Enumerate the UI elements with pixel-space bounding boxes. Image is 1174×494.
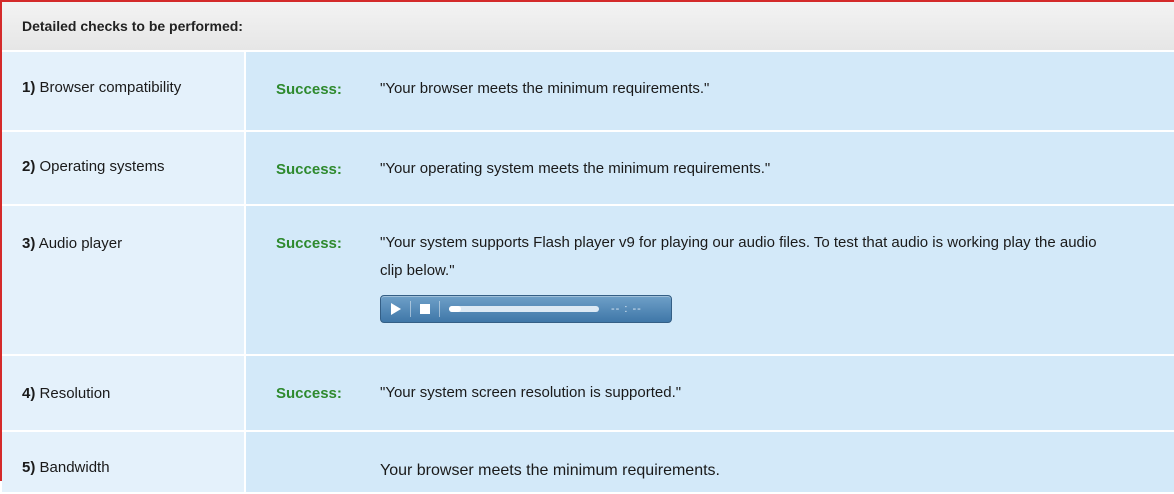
- stop-icon: [420, 304, 430, 314]
- play-icon: [391, 303, 401, 315]
- check-label: Bandwidth: [39, 459, 110, 476]
- check-message: Your browser meets the minimum requireme…: [380, 462, 720, 479]
- check-label-cell: 3) Audio player: [2, 206, 246, 354]
- check-label-cell: 5) Bandwidth: [2, 432, 246, 492]
- seek-progress: [449, 306, 461, 312]
- check-message: "Your system supports Flash player v9 fo…: [380, 234, 1097, 279]
- check-label-cell: 1) Browser compatibility: [2, 52, 246, 130]
- check-result-cell: Your browser meets the minimum requireme…: [246, 432, 1174, 492]
- status-success: Success:: [276, 235, 342, 252]
- check-row-browser: 1) Browser compatibility Success: "Your …: [2, 52, 1174, 132]
- check-label-cell: 4) Resolution: [2, 356, 246, 430]
- check-result-cell: Success: "Your browser meets the minimum…: [246, 52, 1174, 130]
- status-success: Success:: [276, 81, 342, 98]
- check-number: 2): [22, 158, 36, 175]
- check-message: "Your browser meets the minimum requirem…: [380, 80, 710, 97]
- checks-panel: Detailed checks to be performed: 1) Brow…: [0, 0, 1174, 494]
- check-label: Browser compatibility: [39, 79, 182, 96]
- status-success: Success:: [276, 161, 342, 178]
- seek-bar[interactable]: [449, 306, 599, 312]
- check-label: Resolution: [39, 385, 111, 402]
- check-row-os: 2) Operating systems Success: "Your oper…: [2, 132, 1174, 206]
- play-button[interactable]: [387, 300, 405, 318]
- check-number: 5): [22, 459, 36, 476]
- check-row-audio: 3) Audio player Success: "Your system su…: [2, 206, 1174, 356]
- check-message: "Your operating system meets the minimum…: [380, 160, 771, 177]
- check-number: 3): [22, 235, 36, 252]
- check-message: "Your system screen resolution is suppor…: [380, 384, 682, 401]
- check-label: Audio player: [38, 235, 123, 252]
- check-result-cell: Success: "Your operating system meets th…: [246, 132, 1174, 204]
- panel-title: Detailed checks to be performed:: [22, 18, 243, 34]
- check-label: Operating systems: [39, 158, 165, 175]
- check-label-cell: 2) Operating systems: [2, 132, 246, 204]
- audio-player: -- : --: [380, 295, 672, 323]
- time-display: -- : --: [611, 303, 642, 315]
- check-number: 1): [22, 79, 36, 96]
- check-result-cell: Success: "Your system screen resolution …: [246, 356, 1174, 430]
- panel-header: Detailed checks to be performed:: [2, 2, 1174, 52]
- status-success: Success:: [276, 385, 342, 402]
- stop-button[interactable]: [416, 300, 434, 318]
- check-row-bandwidth: 5) Bandwidth Your browser meets the mini…: [2, 432, 1174, 494]
- player-divider: [439, 301, 440, 317]
- check-number: 4): [22, 385, 36, 402]
- player-divider: [410, 301, 411, 317]
- check-row-resolution: 4) Resolution Success: "Your system scre…: [2, 356, 1174, 432]
- check-result-cell: Success: "Your system supports Flash pla…: [246, 206, 1174, 354]
